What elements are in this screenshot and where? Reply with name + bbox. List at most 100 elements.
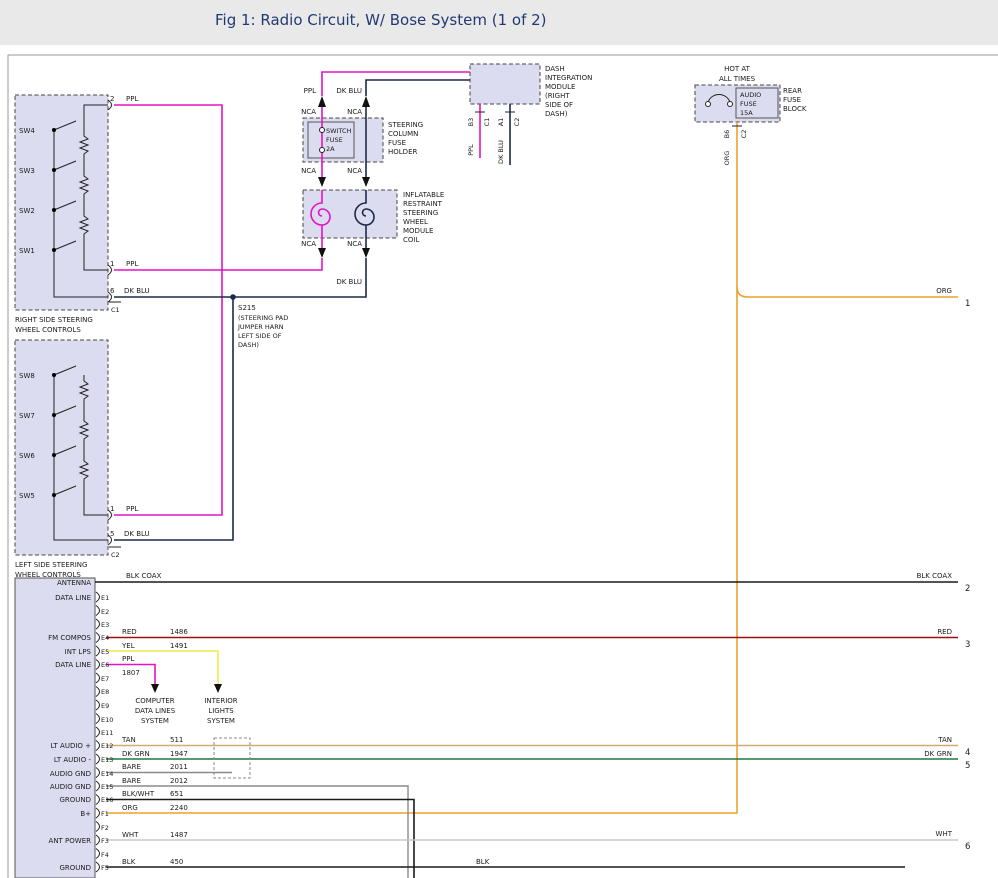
pin-bracket [96, 741, 100, 751]
wire-color-label: RED [122, 628, 137, 636]
system-label: INTERIOR [204, 697, 237, 705]
fuse-terminal-icon [320, 148, 325, 153]
fuse-label: AUDIO [740, 91, 761, 99]
circuit-number: 511 [170, 736, 183, 744]
module-label: WHEEL CONTROLS [15, 326, 81, 334]
module-label: REAR [783, 87, 802, 95]
wire-color-label: BLK COAX [917, 572, 953, 580]
radio-function-label: DATA LINE [55, 661, 91, 669]
fuse-label: 2A [326, 145, 335, 153]
fuse-label: FUSE [740, 100, 757, 108]
pin-number: B3 [467, 118, 475, 127]
pin-id: E1 [101, 594, 109, 602]
module-label: FUSE [783, 96, 801, 104]
system-label: COMPUTER [135, 697, 174, 705]
connector-id: C2 [740, 130, 748, 139]
module-label: STEERING [403, 209, 438, 217]
wire-color-label: PPL [126, 260, 138, 268]
wire-color-label: BLK COAX [126, 572, 162, 580]
module-label: DASH [545, 65, 565, 73]
circuit-number: 651 [170, 790, 183, 798]
system-label: LIGHTS [208, 707, 234, 715]
wire-color-label: RED [937, 628, 952, 636]
connector-id-ticks [109, 112, 742, 547]
wire-color-label: TAN [937, 736, 952, 744]
pin-id: E7 [101, 675, 109, 683]
module-label: MODULE [403, 227, 433, 235]
power-label: ALL TIMES [719, 75, 756, 83]
radio-function-label: FM COMPOS [48, 634, 91, 642]
wire-color-label: PPL [304, 87, 316, 95]
connector-arrow-icon [318, 96, 326, 107]
junction-dot [52, 493, 56, 497]
circuit-number: 2240 [170, 804, 188, 812]
pin-id: F5 [101, 864, 109, 872]
wire-color-label: WHT [122, 831, 139, 839]
splice-s215-dot [230, 294, 236, 300]
junction-dot [52, 413, 56, 417]
module-label: INTEGRATION [545, 74, 592, 82]
radio-connector-block [15, 578, 95, 878]
nca-label: NCA [347, 108, 362, 116]
pin-bracket [96, 808, 100, 818]
system-arrow-icon [151, 684, 159, 693]
radio-function-label: LT AUDIO - [54, 756, 92, 764]
wire-color-label: PPL [126, 95, 138, 103]
pin-bracket [96, 714, 100, 724]
continuation-number: 4 [965, 748, 970, 758]
connector-arrow-icon [318, 248, 326, 258]
wire-dkblu-s215-branch [114, 297, 233, 540]
diagram-frame [8, 55, 998, 878]
module-label: (RIGHT [545, 92, 570, 100]
pin-id: E11 [101, 729, 113, 737]
system-label: SYSTEM [141, 717, 169, 725]
pin-id: E6 [101, 661, 109, 669]
wire-color-label: YEL [121, 642, 135, 650]
wire-color-label: PPL [467, 144, 475, 156]
connector-id: C1 [483, 118, 491, 127]
dash-integration-module-box [470, 64, 540, 104]
connector-id: C2 [513, 118, 521, 127]
connector-arrows [151, 96, 370, 693]
module-label: FUSE [388, 139, 406, 147]
module-label: INFLATABLE [403, 191, 444, 199]
splice-note: DASH) [238, 341, 259, 349]
wire-color-label: BLK/WHT [122, 790, 155, 798]
module-label: STEERING [388, 121, 423, 129]
circuit-number: 450 [170, 858, 183, 866]
pin-id: E2 [101, 608, 109, 616]
coil-module-box [303, 190, 397, 238]
continuation-number: 2 [965, 584, 970, 594]
pin-id: E8 [101, 688, 109, 696]
wire-color-label: PPL [126, 505, 138, 513]
connector-arrow-icon [318, 177, 326, 187]
circuit-number: 2012 [170, 777, 188, 785]
nca-label: NCA [347, 167, 362, 175]
pin-bracket [96, 754, 100, 764]
wire-color-label: ORG [723, 151, 731, 166]
connector-arrow-icon [362, 177, 370, 187]
pin-bracket [96, 862, 100, 872]
radio-function-label: ANTENNA [57, 579, 91, 587]
circuit-number: 2011 [170, 763, 188, 771]
pin-id: E5 [101, 648, 109, 656]
pin-number: B6 [723, 130, 731, 139]
junction-dot [52, 248, 56, 252]
circuit-number: 1487 [170, 831, 188, 839]
wire-color-label: BLK [476, 858, 490, 866]
pin-bracket [96, 835, 100, 845]
fuse-label: SWITCH [326, 127, 352, 135]
switch-label: SW2 [19, 207, 35, 215]
splice-note: LEFT SIDE OF [238, 332, 282, 340]
pin-id: E15 [101, 783, 113, 791]
pin-id: F2 [101, 824, 109, 832]
connector-id: C2 [111, 551, 120, 559]
junction-dot [52, 373, 56, 377]
pin-bracket [96, 781, 100, 791]
figure-header: Fig 1: Radio Circuit, W/ Bose System (1 … [0, 0, 998, 45]
fuse-label: 15A [740, 109, 753, 117]
wire-color-label: TAN [121, 736, 136, 744]
pin-number: 1 [110, 505, 114, 513]
wire-dkblu-to-pin6 [114, 258, 366, 297]
pin-number: 6 [110, 287, 115, 295]
